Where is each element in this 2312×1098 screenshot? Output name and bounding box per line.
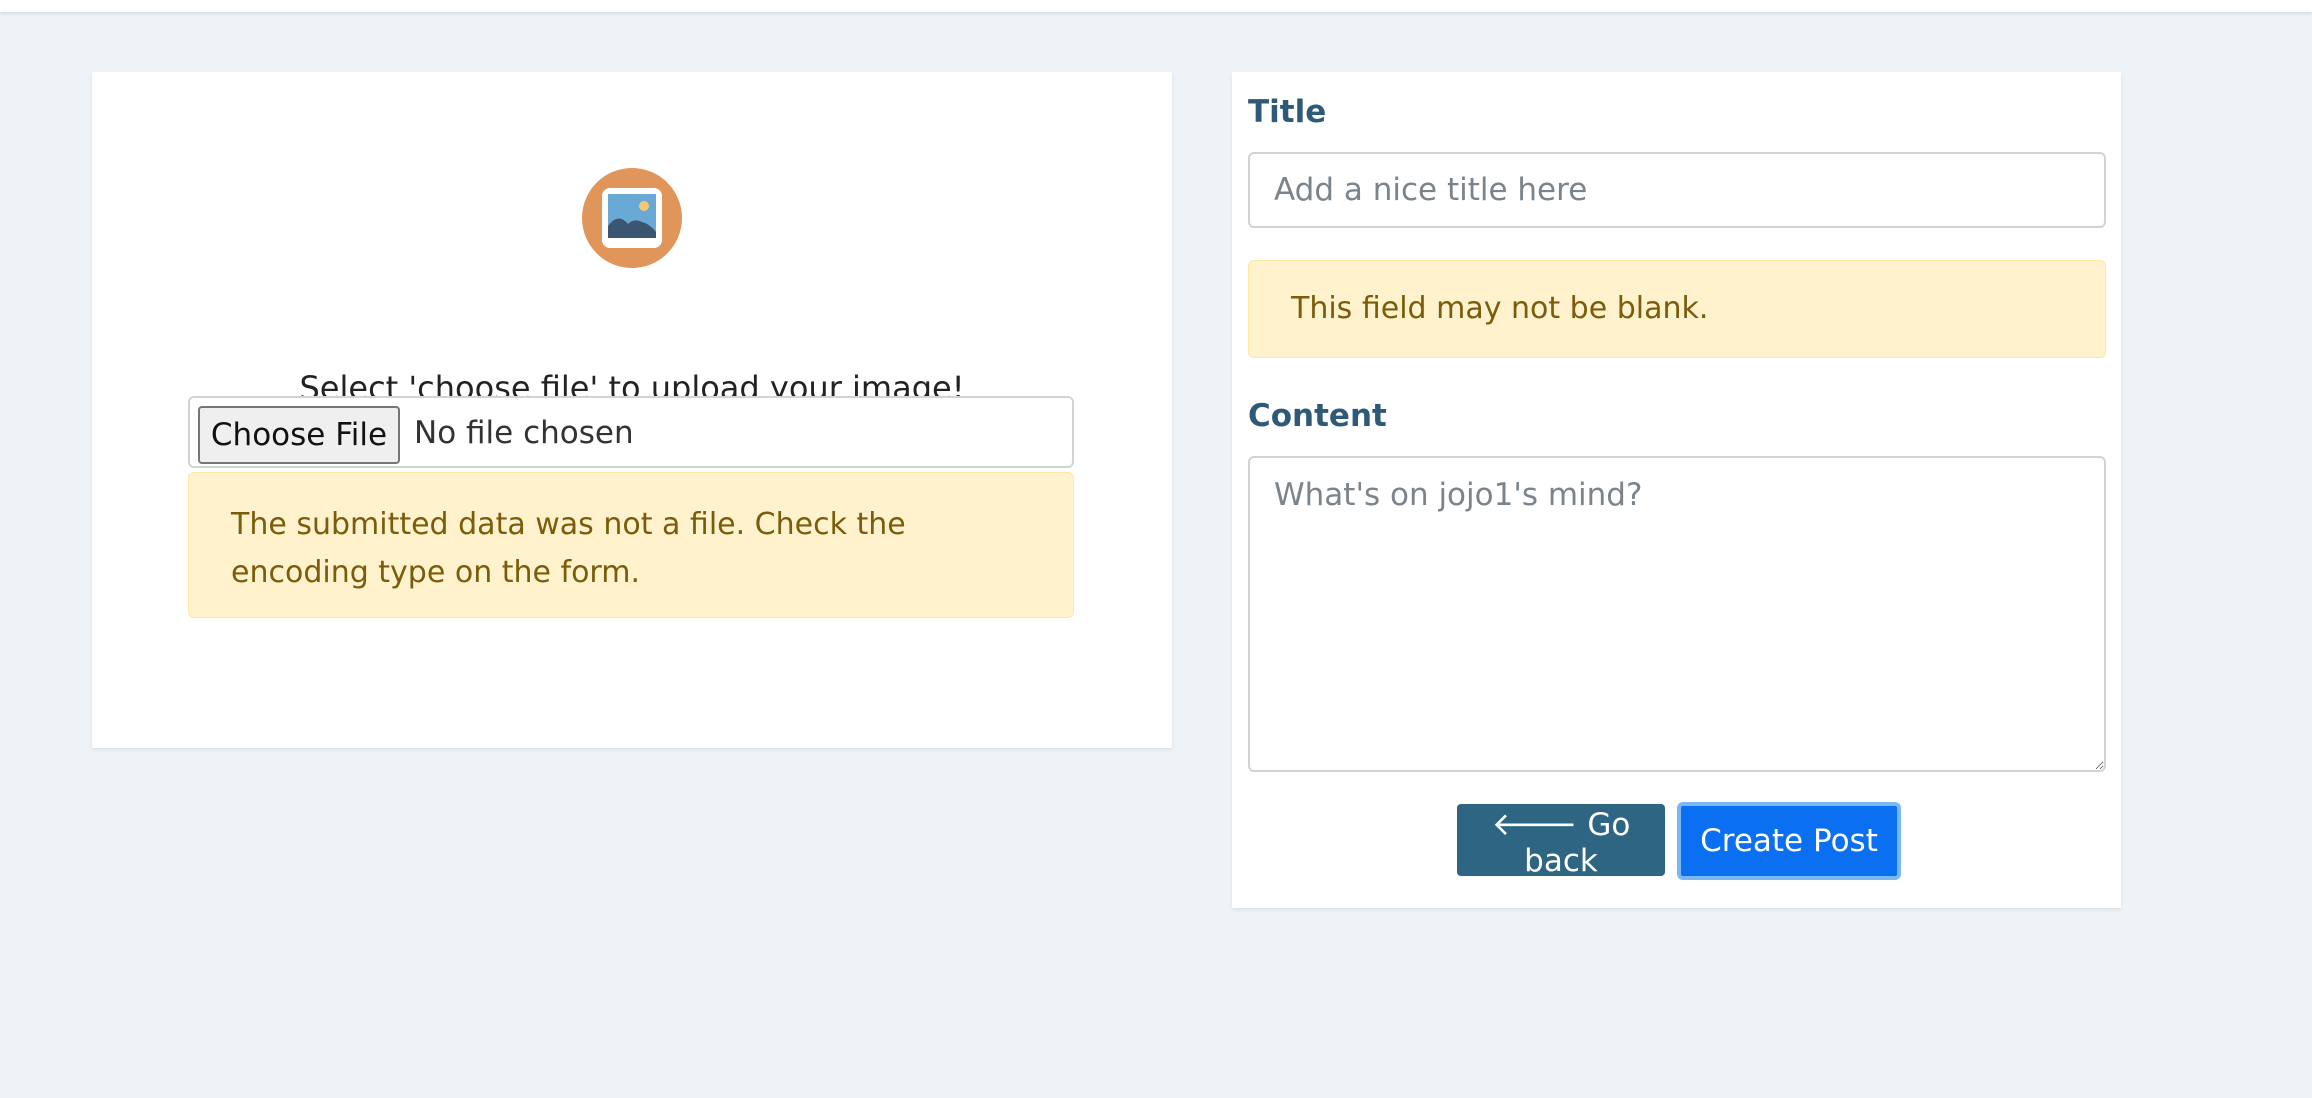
content-textarea[interactable] [1248,456,2106,772]
image-icon [582,168,682,268]
file-status-text: No file chosen [414,415,634,451]
title-error-alert: This field may not be blank. [1248,260,2106,358]
go-back-button[interactable]: 🡐 Go back [1457,804,1665,879]
create-post-button[interactable]: Create Post [1677,802,1901,880]
arrow-left-icon: 🡐 [1491,805,1578,843]
title-label: Title [1248,94,1327,130]
choose-file-button[interactable]: Choose File [198,406,400,464]
file-input[interactable]: Choose File No file chosen [188,396,1074,468]
top-navbar [0,0,2312,12]
image-upload-card: Select 'choose file' to upload your imag… [92,72,1172,748]
file-error-alert: The submitted data was not a file. Check… [188,472,1074,618]
content-label: Content [1248,398,1387,434]
title-input[interactable] [1248,152,2106,228]
post-form-card: Title This field may not be blank. Conte… [1232,72,2121,908]
